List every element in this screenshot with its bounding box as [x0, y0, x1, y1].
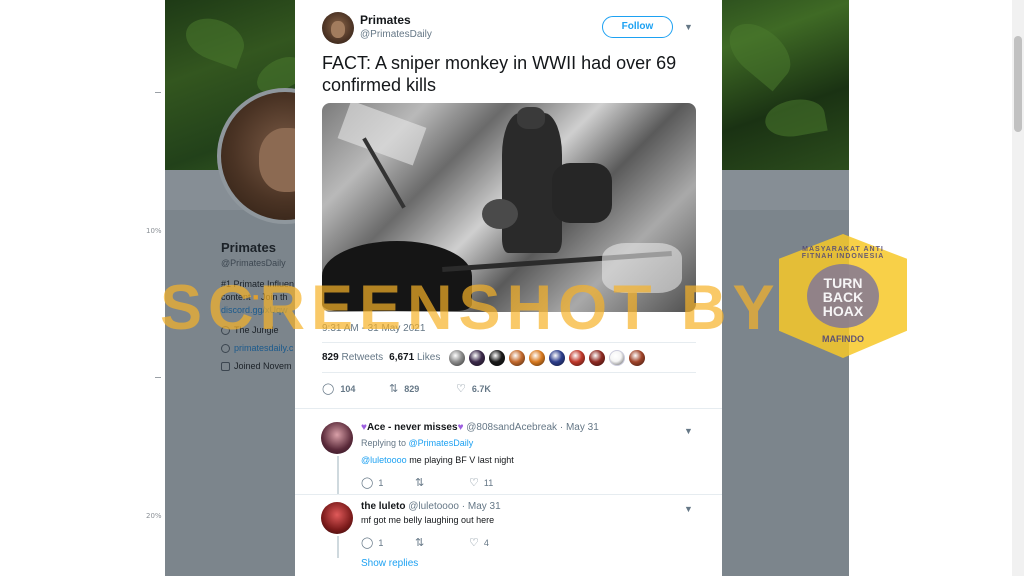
- like-button[interactable]: ♡ 11: [469, 476, 523, 489]
- liker-avatar[interactable]: [449, 350, 465, 366]
- badge-bottom-text: MAFINDO: [822, 334, 864, 344]
- profile-joined: Joined Novem: [221, 361, 301, 371]
- show-replies-link[interactable]: Show replies: [361, 558, 418, 569]
- reply-date[interactable]: May 31: [468, 501, 501, 512]
- reply-button[interactable]: ◯ 1: [361, 476, 415, 489]
- reply-text: mf got me belly laughing out here: [361, 515, 495, 525]
- thread-line: [337, 536, 339, 558]
- heart-icon: ♡: [469, 537, 479, 549]
- reply-icon: ◯: [361, 477, 374, 489]
- reply-header: ♥Ace - never misses♥ @808sandAcebreak · …: [361, 422, 599, 433]
- retweets-stat[interactable]: 829 Retweets: [322, 352, 383, 363]
- tweet-author-name[interactable]: Primates: [360, 13, 411, 27]
- turnbackhoax-badge: MASYARAKAT ANTI FITNAH INDONESIA TURN BA…: [779, 234, 907, 358]
- reply-author-handle[interactable]: @808sandAcebreak: [466, 422, 557, 433]
- retweet-button[interactable]: ⇅ 829: [389, 382, 434, 395]
- reply-actions: ◯ 1 ⇅ ♡ 11: [361, 476, 523, 489]
- liker-avatars: [449, 350, 645, 366]
- reply-icon: ◯: [361, 537, 374, 549]
- badge-ring-text: MASYARAKAT ANTI FITNAH INDONESIA: [801, 246, 885, 260]
- left-gutter: 10% 20%: [0, 0, 165, 576]
- reply-icon: ◯: [322, 383, 335, 395]
- liker-avatar[interactable]: [629, 350, 645, 366]
- reply-button[interactable]: ◯ 1: [361, 536, 415, 549]
- thread-line: [337, 456, 339, 494]
- tweet-text: FACT: A sniper monkey in WWII had over 6…: [322, 53, 677, 95]
- tweet-author-avatar[interactable]: [322, 12, 354, 44]
- calendar-icon: [221, 361, 230, 371]
- watermark-text: SCREENSHOT BY: [160, 273, 781, 343]
- reply-text: @luletoooo me playing BF V last night: [361, 455, 514, 465]
- like-button[interactable]: ♡ 4: [469, 536, 523, 549]
- heart-icon: ♡: [456, 383, 466, 395]
- badge-title: TURN BACK HOAX: [822, 275, 864, 319]
- scrollbar[interactable]: [1012, 0, 1024, 576]
- purple-heart-icon: ♥: [457, 422, 464, 433]
- reply-author-name[interactable]: Ace - never misses: [367, 422, 458, 433]
- scrollbar-thumb[interactable]: [1014, 36, 1022, 132]
- divider: [322, 372, 696, 373]
- profile-website[interactable]: primatesdaily.c: [221, 343, 301, 353]
- liker-avatar[interactable]: [469, 350, 485, 366]
- retweet-icon: ⇅: [415, 477, 425, 489]
- replying-to-link[interactable]: @PrimatesDaily: [409, 438, 474, 448]
- retweet-button[interactable]: ⇅: [415, 536, 469, 549]
- ruler-mark-10: 10%: [146, 227, 162, 235]
- liker-avatar[interactable]: [609, 350, 625, 366]
- tweet-actions: ◯ 104 ⇅ 829 ♡ 6.7K: [322, 382, 491, 395]
- replying-to: Replying to @PrimatesDaily: [361, 438, 474, 448]
- liker-avatar[interactable]: [549, 350, 565, 366]
- retweet-button[interactable]: ⇅: [415, 476, 469, 489]
- reply-author-handle[interactable]: @luletoooo: [408, 501, 459, 512]
- reply-button[interactable]: ◯ 104: [322, 382, 367, 395]
- divider: [295, 494, 722, 495]
- reply-header: the luleto @luletoooo · May 31: [361, 501, 501, 512]
- ruler-tick: [155, 92, 161, 93]
- tweet-stats: 829 Retweets 6,671 Likes: [322, 352, 440, 363]
- reply-avatar[interactable]: [321, 422, 353, 454]
- divider: [295, 408, 722, 409]
- liker-avatar[interactable]: [529, 350, 545, 366]
- retweet-icon: ⇅: [389, 383, 399, 395]
- reply-author-name[interactable]: the luleto: [361, 501, 405, 512]
- chevron-down-icon[interactable]: ▼: [684, 22, 693, 32]
- like-button[interactable]: ♡ 6.7K: [456, 382, 491, 395]
- chevron-down-icon[interactable]: ▼: [684, 426, 693, 436]
- tweet-author-handle[interactable]: @PrimatesDaily: [360, 29, 432, 40]
- likes-stat[interactable]: 6,671 Likes: [389, 352, 440, 363]
- liker-avatar[interactable]: [569, 350, 585, 366]
- ruler-mark-20: 20%: [146, 512, 162, 520]
- ruler-tick: [155, 377, 161, 378]
- liker-avatar[interactable]: [589, 350, 605, 366]
- link-icon: [221, 343, 230, 353]
- reply-actions: ◯ 1 ⇅ ♡ 4: [361, 536, 523, 549]
- retweet-icon: ⇅: [415, 537, 425, 549]
- liker-avatar[interactable]: [509, 350, 525, 366]
- liker-avatar[interactable]: [489, 350, 505, 366]
- mention-link[interactable]: @luletoooo: [361, 455, 407, 465]
- chevron-down-icon[interactable]: ▼: [684, 504, 693, 514]
- follow-button[interactable]: Follow: [602, 16, 673, 38]
- reply-date[interactable]: May 31: [566, 422, 599, 433]
- reply-avatar[interactable]: [321, 502, 353, 534]
- heart-icon: ♡: [469, 477, 479, 489]
